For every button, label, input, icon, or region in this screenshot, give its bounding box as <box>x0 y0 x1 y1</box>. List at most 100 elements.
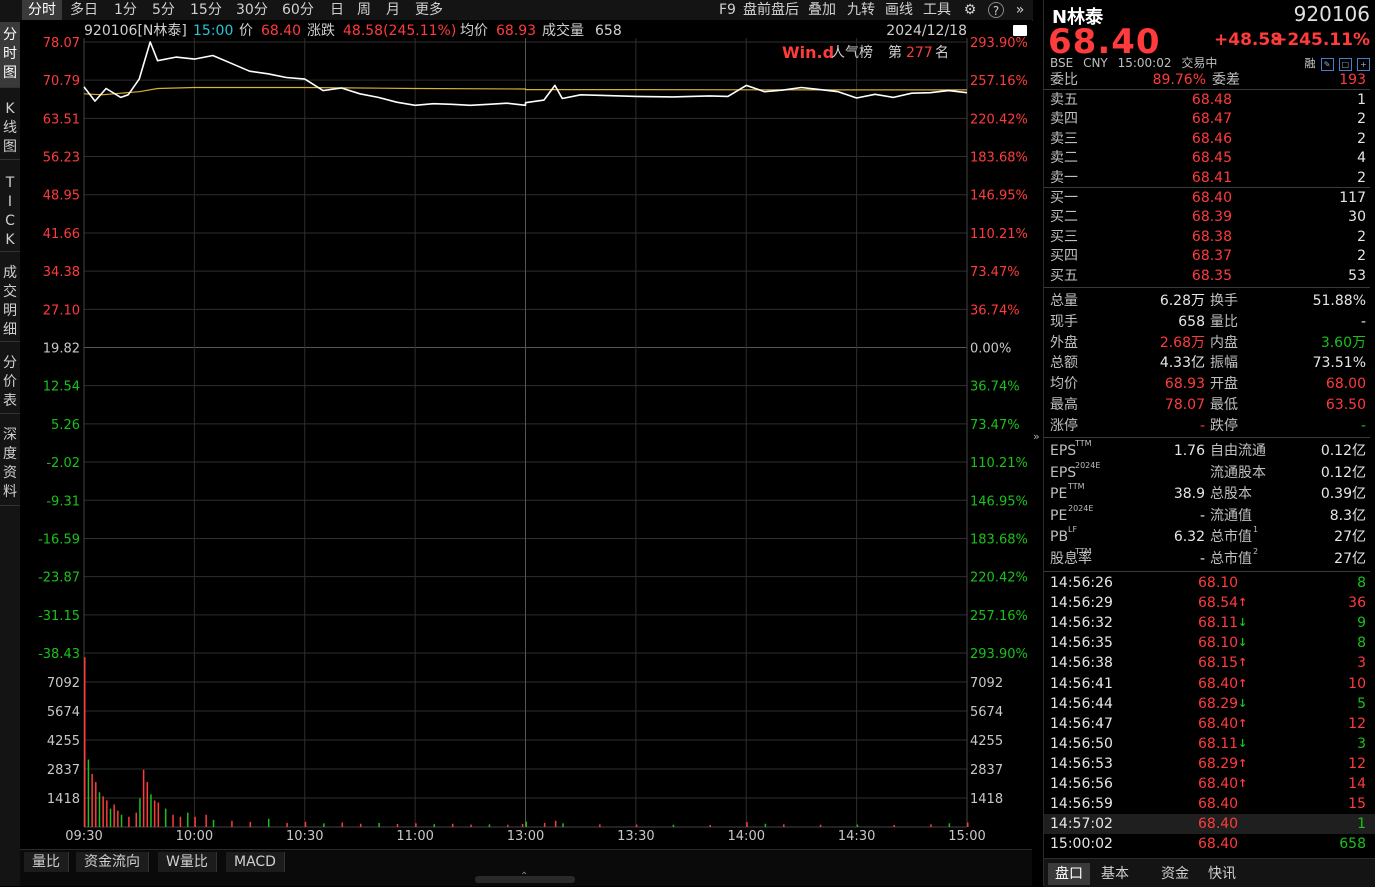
stat-value: - <box>1360 417 1366 434</box>
tab-macd[interactable]: MACD <box>226 852 285 872</box>
price-tick-label: -38.43 <box>38 647 80 662</box>
volume-bar <box>488 824 491 827</box>
bid-row: 买四 68.37 2 <box>1044 246 1375 266</box>
sidebar-label-trade-detail: 成交明细 <box>3 265 17 338</box>
period-tab-more[interactable]: 更多 <box>415 0 443 20</box>
pct-tick-label: 36.74% <box>970 380 1020 395</box>
volume-bar <box>451 823 454 827</box>
period-tab-60min[interactable]: 60分 <box>282 0 314 20</box>
fundamental-value: - <box>1199 550 1205 567</box>
tick-time: 14:56:59 <box>1050 796 1113 813</box>
period-tab-month[interactable]: 月 <box>386 0 400 20</box>
bid-volume: 53 <box>1348 267 1366 284</box>
volume-bar <box>415 823 417 827</box>
period-tab-week[interactable]: 周 <box>357 0 371 20</box>
volume-bar <box>783 824 785 827</box>
tab-orderbook[interactable]: 盘口 <box>1048 863 1090 885</box>
fundamental-superscript: 2024E <box>1075 460 1101 470</box>
volume-bar <box>562 823 564 827</box>
bid-price: 68.40 <box>1191 190 1232 206</box>
bid-label: 买二 <box>1050 209 1078 226</box>
tab-news[interactable]: 快讯 <box>1201 863 1243 885</box>
volume-bar <box>948 823 951 827</box>
chart-avg-label: 均价 <box>460 23 488 39</box>
f9-button[interactable]: F9 <box>719 0 736 20</box>
price-tick-label: 12.54 <box>43 380 80 395</box>
period-tab-1min[interactable]: 1分 <box>114 0 137 20</box>
gear-icon[interactable]: ⚙ <box>962 2 978 18</box>
overlay-button[interactable]: 叠加 <box>808 0 836 20</box>
tab-basic[interactable]: 基本 <box>1094 863 1136 885</box>
intraday-chart[interactable]: 78.07 293.90% 70.79 257.16% 63.51 220.42% 56.2… <box>20 20 1032 849</box>
period-tab-multiday[interactable]: 多日 <box>70 0 98 20</box>
sidebar-item-price-table[interactable]: 分价表 <box>0 350 20 414</box>
sidebar-item-trade-detail[interactable]: 成交明细 <box>0 260 20 342</box>
nine-turn-button[interactable]: 九转 <box>847 0 875 20</box>
help-icon[interactable]: ? <box>988 2 1004 18</box>
chart-scrollbar[interactable]: ⌃ <box>20 871 1032 886</box>
tab-fund-flow[interactable]: 资金流向 <box>76 852 149 872</box>
trading-status: 交易中 <box>1181 56 1218 70</box>
bid-price: 68.35 <box>1191 267 1232 284</box>
tick-time: 14:56:29 <box>1050 595 1113 612</box>
fundamental-label: PE <box>1050 486 1068 502</box>
volume-bar <box>194 816 196 827</box>
period-tab-5min[interactable]: 5分 <box>152 0 175 20</box>
pct-tick-label: 293.90% <box>970 36 1028 51</box>
tick-volume: 12 <box>1348 755 1366 772</box>
sidebar-item-intraday[interactable]: 分时图 <box>0 22 20 88</box>
stat-row: 现手 658 量比 - <box>1044 312 1375 332</box>
rank-suffix: 名 <box>935 45 949 61</box>
chevron-up-icon[interactable]: ⌃ <box>520 871 528 882</box>
bid-volume: 117 <box>1339 190 1366 206</box>
weibi-value: 89.76% <box>1152 72 1206 88</box>
stat-label: 总额 <box>1050 355 1078 372</box>
volume-bar <box>554 820 557 827</box>
period-tab-day[interactable]: 日 <box>330 0 344 20</box>
fundamental-value: 6.32 <box>1173 529 1205 545</box>
fundamental-row: 股息率 TTM - 总市值 2 27亿 <box>1044 547 1375 569</box>
stat-row: 涨停 - 跌停 - <box>1044 416 1375 436</box>
time-tick-label: 11:00 <box>396 829 433 844</box>
sidebar-item-kline[interactable]: K线图 <box>0 96 20 160</box>
stat-row: 最高 78.07 最低 63.50 <box>1044 395 1375 415</box>
bid-label: 买三 <box>1050 228 1078 245</box>
period-tab-intraday[interactable]: 分时 <box>22 0 62 20</box>
ask-label: 卖四 <box>1050 111 1078 128</box>
volume-bar <box>396 823 399 827</box>
fundamental-superscript: 1 <box>1253 525 1259 534</box>
draw-line-button[interactable]: 画线 <box>885 0 913 20</box>
tick-row: 14:56:44 68.29 ↓ 5 <box>1044 694 1375 714</box>
tools-button[interactable]: 工具 <box>923 0 951 20</box>
bid-price: 68.38 <box>1191 228 1232 245</box>
period-tab-15min[interactable]: 15分 <box>190 0 222 20</box>
stat-value: 4.33亿 <box>1159 355 1205 372</box>
stock-code: 920106 <box>1293 2 1370 26</box>
period-tab-30min[interactable]: 30分 <box>236 0 268 20</box>
exchange-info: BSE CNY 15:00:02 交易中 <box>1050 54 1217 71</box>
tick-price: 68.40 <box>1198 715 1239 732</box>
fundamental-value: 0.12亿 <box>1320 443 1366 459</box>
double-chevron-right-icon[interactable]: » <box>1012 2 1028 18</box>
volume-bar <box>764 823 767 827</box>
collapse-panel-icon[interactable]: » <box>1033 430 1043 443</box>
chart-price-label: 价 <box>239 23 253 39</box>
tick-direction-icon: ↓ <box>1238 616 1248 630</box>
price-tick-label: -9.31 <box>46 494 80 509</box>
sidebar-item-tick[interactable]: TICK <box>0 170 20 252</box>
volume-bar <box>856 824 859 827</box>
volume-bar <box>128 816 130 827</box>
tab-funds[interactable]: 资金 <box>1154 863 1196 885</box>
pre-post-market-button[interactable]: 盘前盘后 <box>743 0 799 20</box>
wind-wp-icon <box>1013 25 1027 36</box>
ask-price: 68.46 <box>1191 130 1232 147</box>
price-tick-label: -31.15 <box>38 609 80 624</box>
tab-volume-ratio[interactable]: 量比 <box>24 852 69 872</box>
tab-w-volume-ratio[interactable]: W量比 <box>158 852 217 872</box>
ask-row: 卖四 68.47 2 <box>1044 109 1375 129</box>
pct-tick-label: 36.74% <box>970 303 1020 318</box>
fundamental-label: PE <box>1050 507 1068 524</box>
tick-volume: 3 <box>1357 735 1366 752</box>
tick-volume: 9 <box>1357 615 1366 632</box>
sidebar-item-deep-data[interactable]: 深度资料 <box>0 422 20 506</box>
